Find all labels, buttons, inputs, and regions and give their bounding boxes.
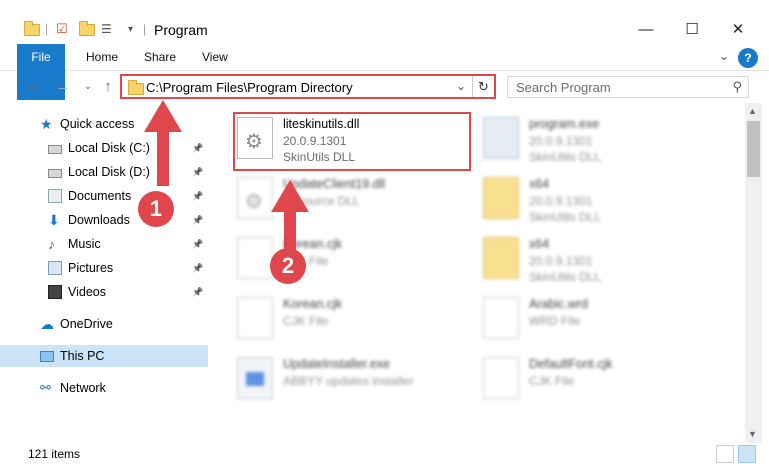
arrow-1-icon [144, 100, 182, 186]
annotation-arrows [144, 100, 309, 250]
step-2-badge: 2 [270, 248, 306, 284]
step-1-badge: 1 [138, 191, 174, 227]
arrow-2-icon [271, 180, 309, 250]
